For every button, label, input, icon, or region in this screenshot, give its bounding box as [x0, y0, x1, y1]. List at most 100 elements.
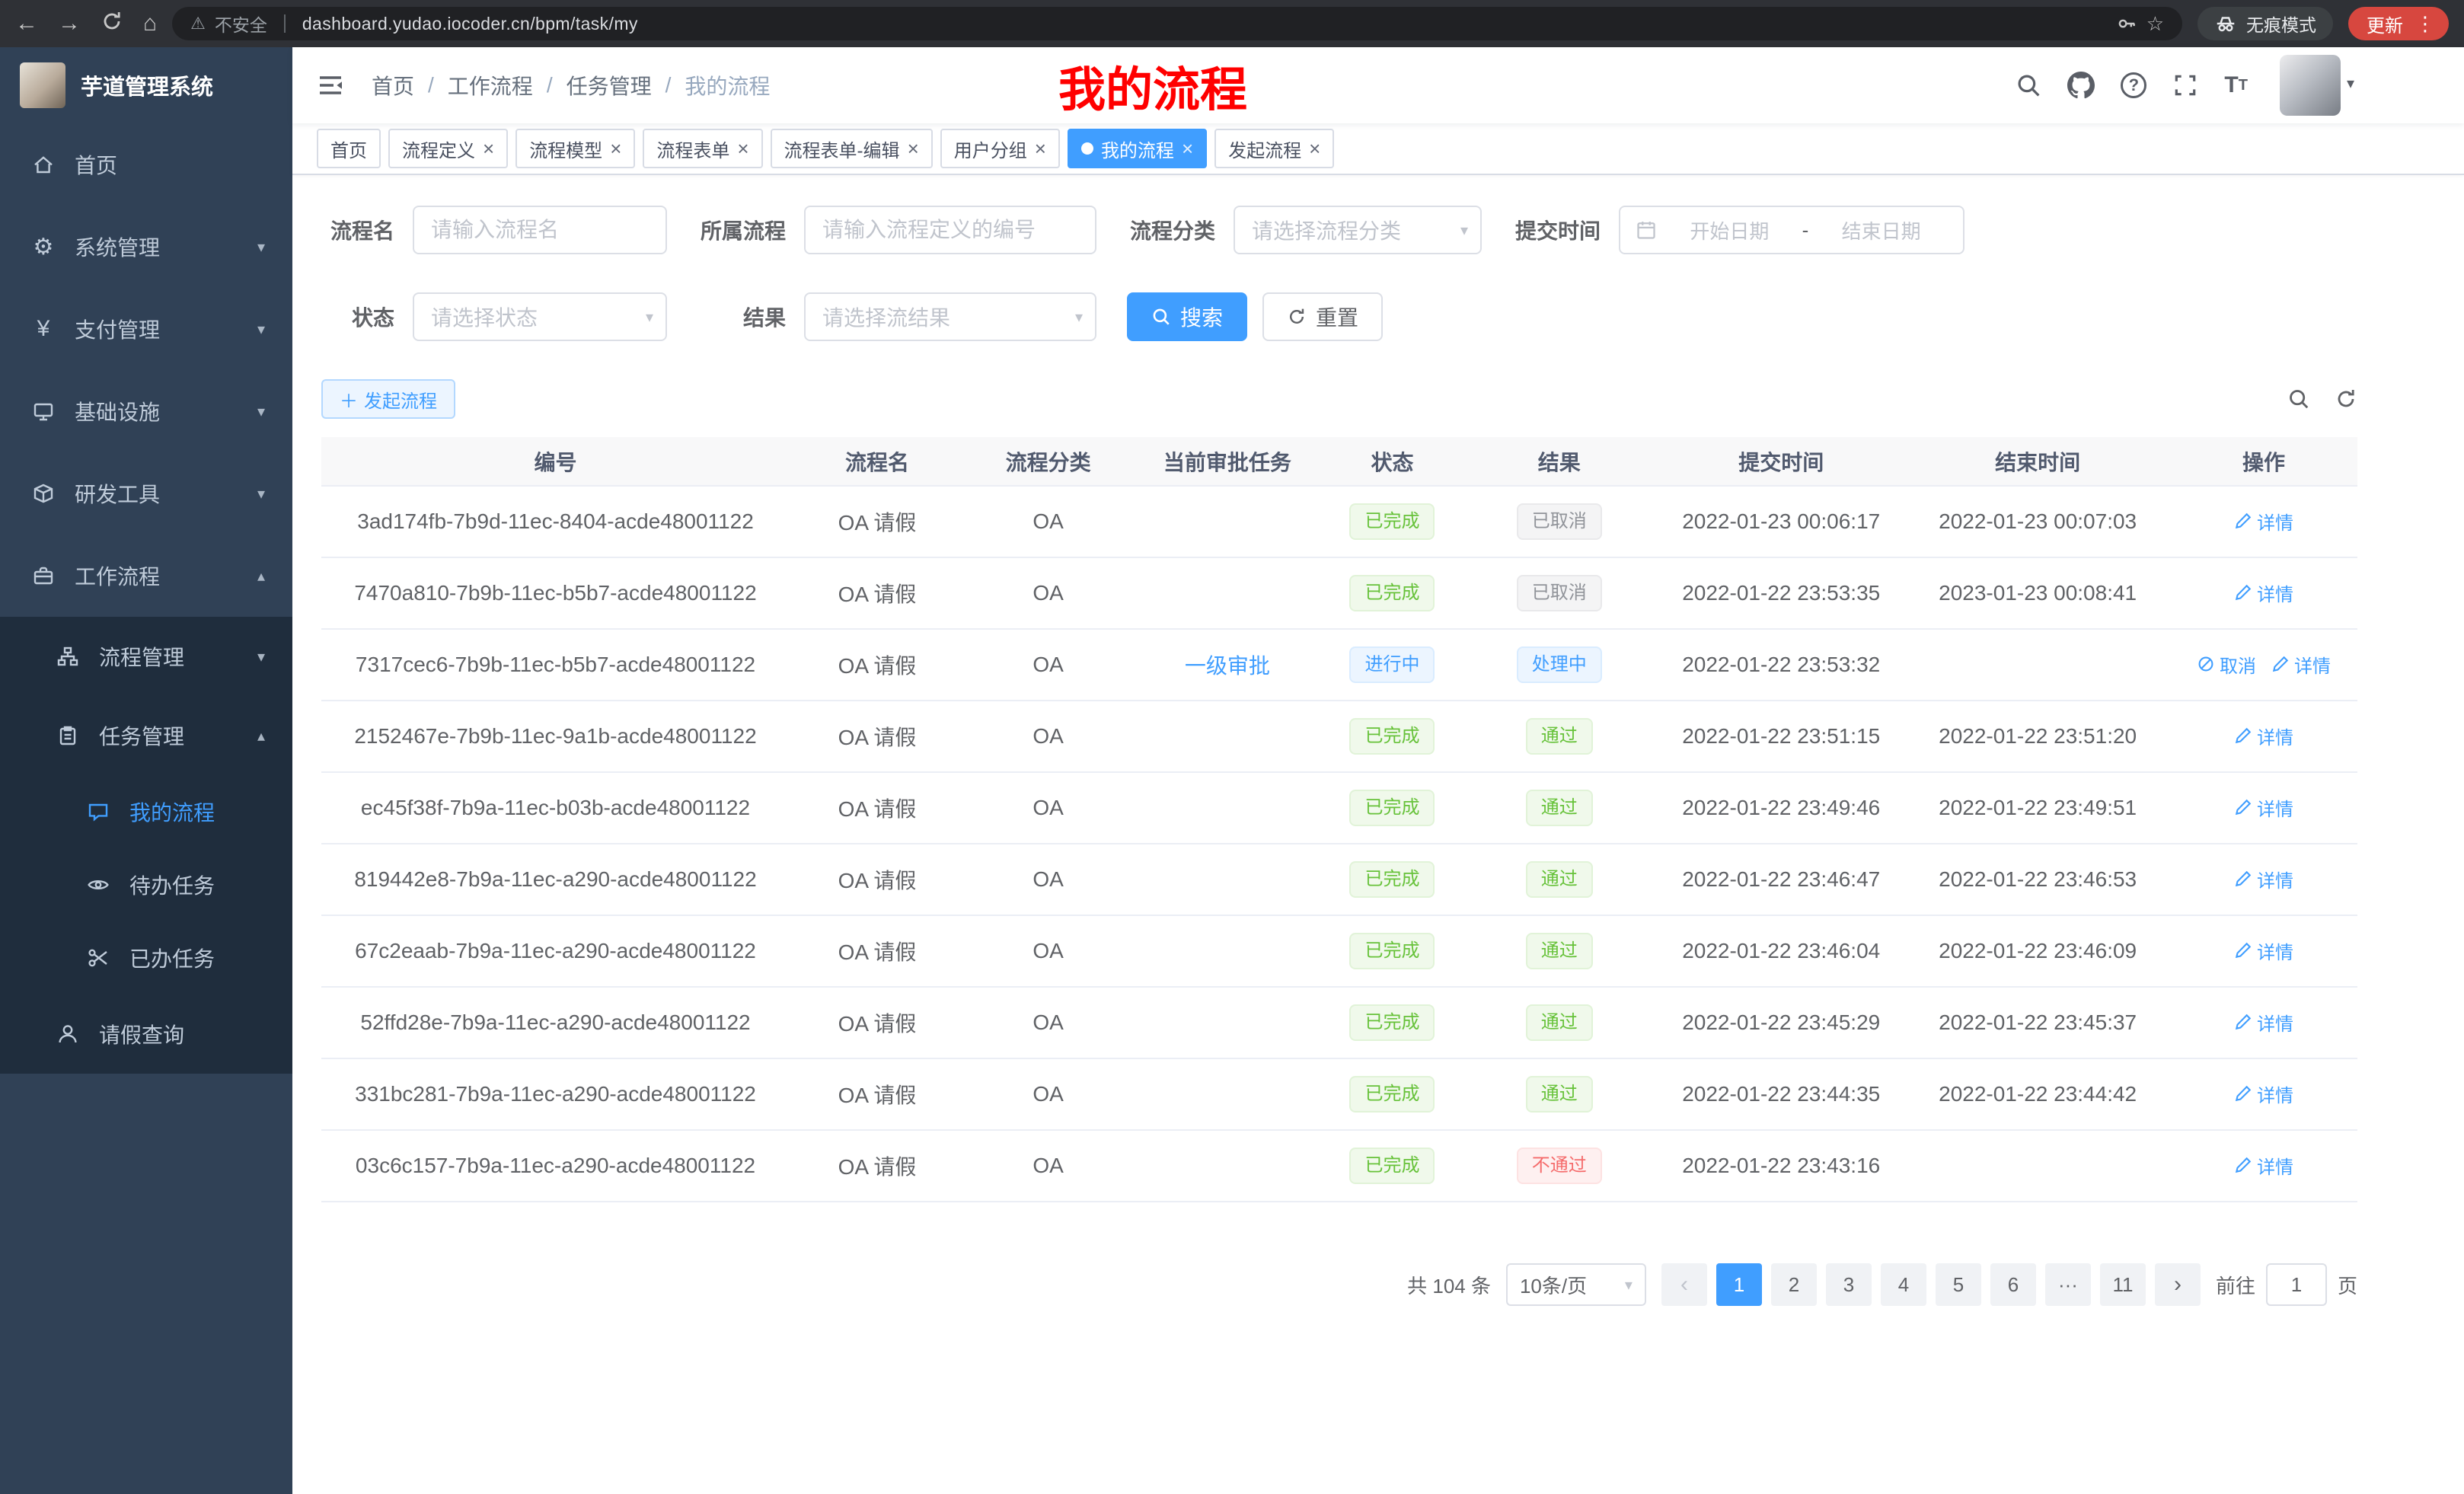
- status-tag: 已完成: [1349, 933, 1435, 969]
- close-icon[interactable]: ×: [483, 139, 494, 158]
- toggle-search-icon[interactable]: [2287, 388, 2310, 410]
- tab-process-form-edit[interactable]: 流程表单-编辑×: [771, 129, 933, 168]
- prev-page-button[interactable]: ‹: [1661, 1263, 1707, 1306]
- cell-current-task: [1131, 1058, 1323, 1130]
- refresh-table-icon[interactable]: [2335, 388, 2357, 410]
- fullscreen-icon[interactable]: [2172, 72, 2198, 98]
- table-row: 331bc281-7b9a-11ec-a290-acde48001122 OA …: [321, 1058, 2357, 1130]
- detail-link[interactable]: 详情: [2234, 723, 2293, 749]
- close-icon[interactable]: ×: [908, 139, 919, 158]
- sidebar-item-leave-query[interactable]: 请假查询: [0, 994, 292, 1074]
- page-button-1[interactable]: 1: [1716, 1263, 1762, 1306]
- address-divider: [284, 14, 286, 33]
- result-tag: 通过: [1526, 1076, 1593, 1113]
- sidebar-item-todo-tasks[interactable]: 待办任务: [0, 848, 292, 921]
- page-button-11[interactable]: 11: [2100, 1263, 2146, 1306]
- page-button-6[interactable]: 6: [1990, 1263, 2036, 1306]
- goto-page-input[interactable]: [2266, 1263, 2327, 1306]
- search-button[interactable]: 搜索: [1127, 292, 1247, 341]
- sidebar-item-done-tasks[interactable]: 已办任务: [0, 921, 292, 994]
- font-size-icon[interactable]: TT: [2224, 74, 2248, 97]
- page-button-3[interactable]: 3: [1826, 1263, 1872, 1306]
- pencil-icon: [2271, 655, 2290, 673]
- security-label: 不安全: [215, 11, 267, 37]
- detail-link[interactable]: 详情: [2234, 1152, 2293, 1179]
- tab-start-process[interactable]: 发起流程×: [1214, 129, 1334, 168]
- github-icon[interactable]: [2067, 72, 2095, 99]
- close-icon[interactable]: ×: [610, 139, 621, 158]
- create-process-button[interactable]: ＋ 发起流程: [321, 379, 455, 419]
- home-icon[interactable]: ⌂: [143, 12, 157, 35]
- close-icon[interactable]: ×: [1182, 139, 1193, 158]
- status-select[interactable]: 请选择状态 ▾: [413, 292, 667, 341]
- process-definition-input[interactable]: [804, 206, 1096, 254]
- close-icon[interactable]: ×: [1309, 139, 1320, 158]
- tab-process-definition[interactable]: 流程定义×: [388, 129, 508, 168]
- category-select[interactable]: 请选择流程分类 ▾: [1234, 206, 1482, 254]
- detail-link[interactable]: 详情: [2234, 1081, 2293, 1107]
- sidebar-item-payment[interactable]: ¥ 支付管理 ▾: [0, 288, 292, 370]
- cell-actions: 详情: [2170, 1130, 2357, 1202]
- detail-link[interactable]: 详情: [2234, 866, 2293, 892]
- tab-process-form[interactable]: 流程表单×: [643, 129, 762, 168]
- key-icon[interactable]: [2116, 13, 2137, 34]
- browser-menu-icon[interactable]: ⋮: [2415, 12, 2435, 36]
- detail-link[interactable]: 详情: [2234, 937, 2293, 964]
- sidebar-item-task-mgmt[interactable]: 任务管理 ▴: [0, 696, 292, 775]
- page-size-select[interactable]: 10条/页 ▾: [1506, 1263, 1646, 1306]
- back-icon[interactable]: ←: [15, 12, 38, 35]
- sidebar-item-home[interactable]: 首页: [0, 123, 292, 206]
- sidebar-item-my-process[interactable]: 我的流程: [0, 775, 292, 848]
- result-select[interactable]: 请选择流结果 ▾: [804, 292, 1096, 341]
- result-tag: 已取消: [1517, 503, 1602, 540]
- detail-link[interactable]: 详情: [2234, 794, 2293, 821]
- user-avatar[interactable]: ▾: [2280, 55, 2354, 116]
- breadcrumb-home[interactable]: 首页: [372, 70, 414, 101]
- page-button-2[interactable]: 2: [1771, 1263, 1817, 1306]
- process-name-label: 流程名: [321, 215, 413, 245]
- cell-current-task: [1131, 701, 1323, 772]
- page-button-5[interactable]: 5: [1936, 1263, 1981, 1306]
- detail-link[interactable]: 详情: [2234, 508, 2293, 535]
- help-icon[interactable]: ?: [2121, 72, 2146, 98]
- forward-icon[interactable]: →: [58, 12, 81, 35]
- search-icon[interactable]: [2016, 72, 2041, 98]
- sidebar-item-workflow[interactable]: 工作流程 ▴: [0, 535, 292, 617]
- reset-button[interactable]: 重置: [1262, 292, 1383, 341]
- cell-name: OA 请假: [790, 557, 965, 629]
- tab-home[interactable]: 首页: [317, 129, 381, 168]
- sidebar-item-infra[interactable]: 基础设施 ▾: [0, 370, 292, 452]
- page-button-4[interactable]: 4: [1881, 1263, 1926, 1306]
- tab-process-model[interactable]: 流程模型×: [515, 129, 635, 168]
- date-range-picker[interactable]: 开始日期 - 结束日期: [1619, 206, 1964, 254]
- current-task-link[interactable]: 一级审批: [1185, 654, 1270, 678]
- cell-submit-time: 2022-01-22 23:49:46: [1657, 772, 1905, 844]
- hamburger-icon[interactable]: [317, 72, 344, 99]
- submit-time-label: 提交时间: [1512, 215, 1619, 245]
- update-button[interactable]: 更新 ⋮: [2348, 7, 2449, 40]
- sidebar-item-process-mgmt[interactable]: 流程管理 ▾: [0, 617, 292, 696]
- detail-link[interactable]: 详情: [2234, 579, 2293, 606]
- close-icon[interactable]: ×: [737, 139, 748, 158]
- tab-user-group[interactable]: 用户分组×: [940, 129, 1060, 168]
- close-icon[interactable]: ×: [1035, 139, 1046, 158]
- avatar[interactable]: [2280, 55, 2341, 116]
- result-tag: 不通过: [1517, 1148, 1602, 1184]
- bookmark-star-icon[interactable]: ☆: [2146, 12, 2164, 36]
- address-bar[interactable]: ⚠ 不安全 dashboard.yudao.iocoder.cn/bpm/tas…: [172, 7, 2182, 40]
- tab-my-process[interactable]: 我的流程×: [1068, 129, 1207, 168]
- reload-icon[interactable]: [101, 10, 123, 37]
- detail-link[interactable]: 详情: [2234, 1009, 2293, 1036]
- page-ellipsis[interactable]: ···: [2045, 1263, 2091, 1306]
- breadcrumb-task-mgmt[interactable]: 任务管理: [567, 70, 652, 101]
- yen-icon: ¥: [30, 316, 56, 342]
- cell-end-time: 2022-01-23 00:07:03: [1905, 486, 2170, 557]
- process-name-input[interactable]: [413, 206, 667, 254]
- cancel-link[interactable]: 取消: [2197, 651, 2256, 678]
- next-page-button[interactable]: ›: [2155, 1263, 2201, 1306]
- breadcrumb-workflow[interactable]: 工作流程: [448, 70, 533, 101]
- cell-result: 通过: [1461, 987, 1657, 1058]
- detail-link[interactable]: 详情: [2271, 651, 2331, 678]
- sidebar-item-system[interactable]: ⚙ 系统管理 ▾: [0, 206, 292, 288]
- sidebar-item-devtools[interactable]: 研发工具 ▾: [0, 452, 292, 535]
